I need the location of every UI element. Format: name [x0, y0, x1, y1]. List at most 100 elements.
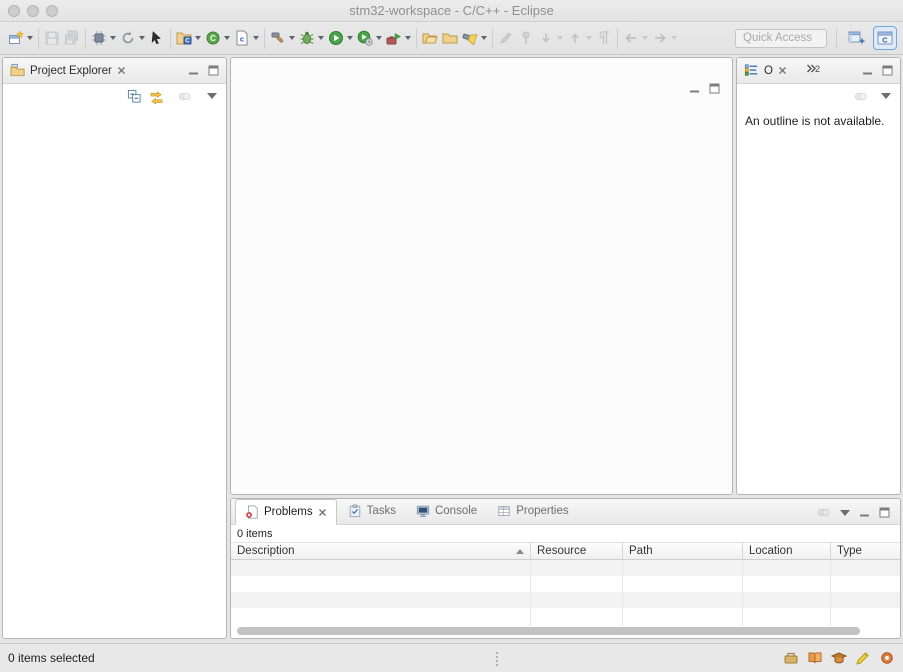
close-icon[interactable] [117, 66, 126, 75]
scrollbar-thumb[interactable] [237, 627, 860, 635]
close-icon[interactable] [318, 508, 327, 517]
outline-message: An outline is not available. [737, 108, 900, 134]
toolbar-separator [836, 28, 837, 49]
column-description[interactable]: Description [231, 543, 531, 559]
chevron-down-icon [405, 36, 411, 40]
graduation-cap-icon[interactable] [831, 650, 847, 666]
back-button[interactable] [621, 25, 650, 51]
new-c-project-button[interactable]: C [174, 25, 203, 51]
chevron-down-icon [642, 36, 648, 40]
next-annotation-button[interactable] [536, 25, 565, 51]
tab-problems[interactable]: Problems [235, 499, 337, 525]
window-title: stm32-workspace - C/C++ - Eclipse [0, 0, 903, 22]
view-menu-button[interactable] [840, 510, 850, 516]
target-button[interactable] [89, 25, 118, 51]
sash-drag-handle[interactable] [494, 651, 500, 667]
run-button[interactable] [326, 25, 355, 51]
cpp-perspective-button[interactable]: C [873, 26, 897, 50]
toolbar-separator [617, 28, 618, 49]
new-c-file-button[interactable]: c [232, 25, 261, 51]
chevron-down-icon [110, 36, 116, 40]
last-edit-location-button[interactable] [496, 25, 516, 51]
pencil-icon[interactable] [855, 650, 871, 666]
tab-properties[interactable]: Properties [488, 498, 577, 524]
collapse-all-button[interactable] [127, 89, 142, 104]
column-resource[interactable]: Resource [531, 543, 623, 559]
horizontal-scrollbar[interactable] [234, 626, 897, 636]
column-path[interactable]: Path [623, 543, 743, 559]
link-with-editor-button[interactable] [149, 89, 164, 104]
column-type-label: Type [837, 545, 862, 557]
reset-target-button[interactable] [118, 25, 147, 51]
save-button[interactable] [42, 25, 62, 51]
open-folder-button[interactable] [420, 25, 440, 51]
tab-tasks-label: Tasks [367, 505, 396, 517]
minimize-editor-button[interactable] [689, 83, 700, 94]
table-row [231, 592, 900, 608]
tab-tasks[interactable]: Tasks [339, 498, 405, 524]
status-trim-icons [783, 650, 895, 666]
new-wizard-button[interactable] [6, 25, 35, 51]
focus-button[interactable] [177, 89, 192, 104]
chevron-down-icon [586, 36, 592, 40]
chevron-down-icon [481, 36, 487, 40]
outline-tab[interactable]: O [764, 65, 773, 77]
project-explorer-icon [10, 63, 25, 78]
tab-properties-label: Properties [516, 505, 568, 517]
open-perspective-button[interactable] [846, 25, 867, 51]
maximize-view-button[interactable] [882, 65, 893, 76]
folder-button[interactable] [440, 25, 460, 51]
profile-button[interactable] [355, 25, 384, 51]
gear-icon[interactable] [879, 650, 895, 666]
column-location[interactable]: Location [743, 543, 831, 559]
problems-items-count: 0 items [231, 525, 900, 542]
column-location-label: Location [749, 545, 792, 557]
quick-access-input[interactable] [735, 29, 827, 48]
debug-button[interactable] [297, 25, 326, 51]
maximize-editor-button[interactable] [709, 83, 720, 94]
pin-editor-button[interactable] [516, 25, 536, 51]
table-row [231, 608, 900, 624]
toolbar-separator [38, 28, 39, 49]
svg-text:C: C [210, 34, 216, 43]
more-tabs-chevron-icon[interactable]: 2 [806, 64, 820, 78]
forward-button[interactable] [650, 25, 679, 51]
minimize-view-button[interactable] [188, 65, 199, 76]
previous-annotation-button[interactable] [565, 25, 594, 51]
bottom-tab-row: Problems Tasks Console Properties [231, 499, 900, 525]
column-type[interactable]: Type [831, 543, 900, 559]
minimize-view-button[interactable] [862, 65, 873, 76]
tab-console[interactable]: Console [407, 498, 486, 524]
chevron-down-icon [376, 36, 382, 40]
search-button[interactable] [460, 25, 489, 51]
focus-button[interactable] [853, 89, 868, 104]
toolbox-icon[interactable] [783, 650, 799, 666]
maximize-view-button[interactable] [208, 65, 219, 76]
minimize-view-button[interactable] [859, 507, 870, 518]
pointer-button[interactable] [147, 25, 167, 51]
sort-ascending-icon [516, 549, 524, 554]
chevron-down-icon [27, 36, 33, 40]
save-all-button[interactable] [62, 25, 82, 51]
new-class-button[interactable]: C [203, 25, 232, 51]
project-explorer-content [3, 108, 226, 638]
close-icon[interactable] [778, 66, 787, 75]
toolbar-separator [85, 28, 86, 49]
external-tools-button[interactable] [384, 25, 413, 51]
chevron-down-icon [253, 36, 259, 40]
chevron-down-icon [671, 36, 677, 40]
view-menu-button[interactable] [881, 93, 891, 99]
show-whitespace-button[interactable] [594, 25, 614, 51]
problems-table-header: Description Resource Path Location Type [231, 542, 900, 560]
tab-console-label: Console [435, 505, 477, 517]
maximize-view-button[interactable] [879, 507, 890, 518]
view-menu-button[interactable] [207, 93, 217, 99]
problems-icon [245, 505, 259, 519]
problems-table-body [231, 560, 900, 626]
focus-button[interactable] [816, 505, 831, 520]
book-icon[interactable] [807, 650, 823, 666]
hidden-tabs-count: 2 [815, 64, 820, 78]
properties-icon [497, 504, 511, 518]
build-button[interactable] [268, 25, 297, 51]
project-explorer-tab[interactable]: Project Explorer [30, 65, 112, 77]
